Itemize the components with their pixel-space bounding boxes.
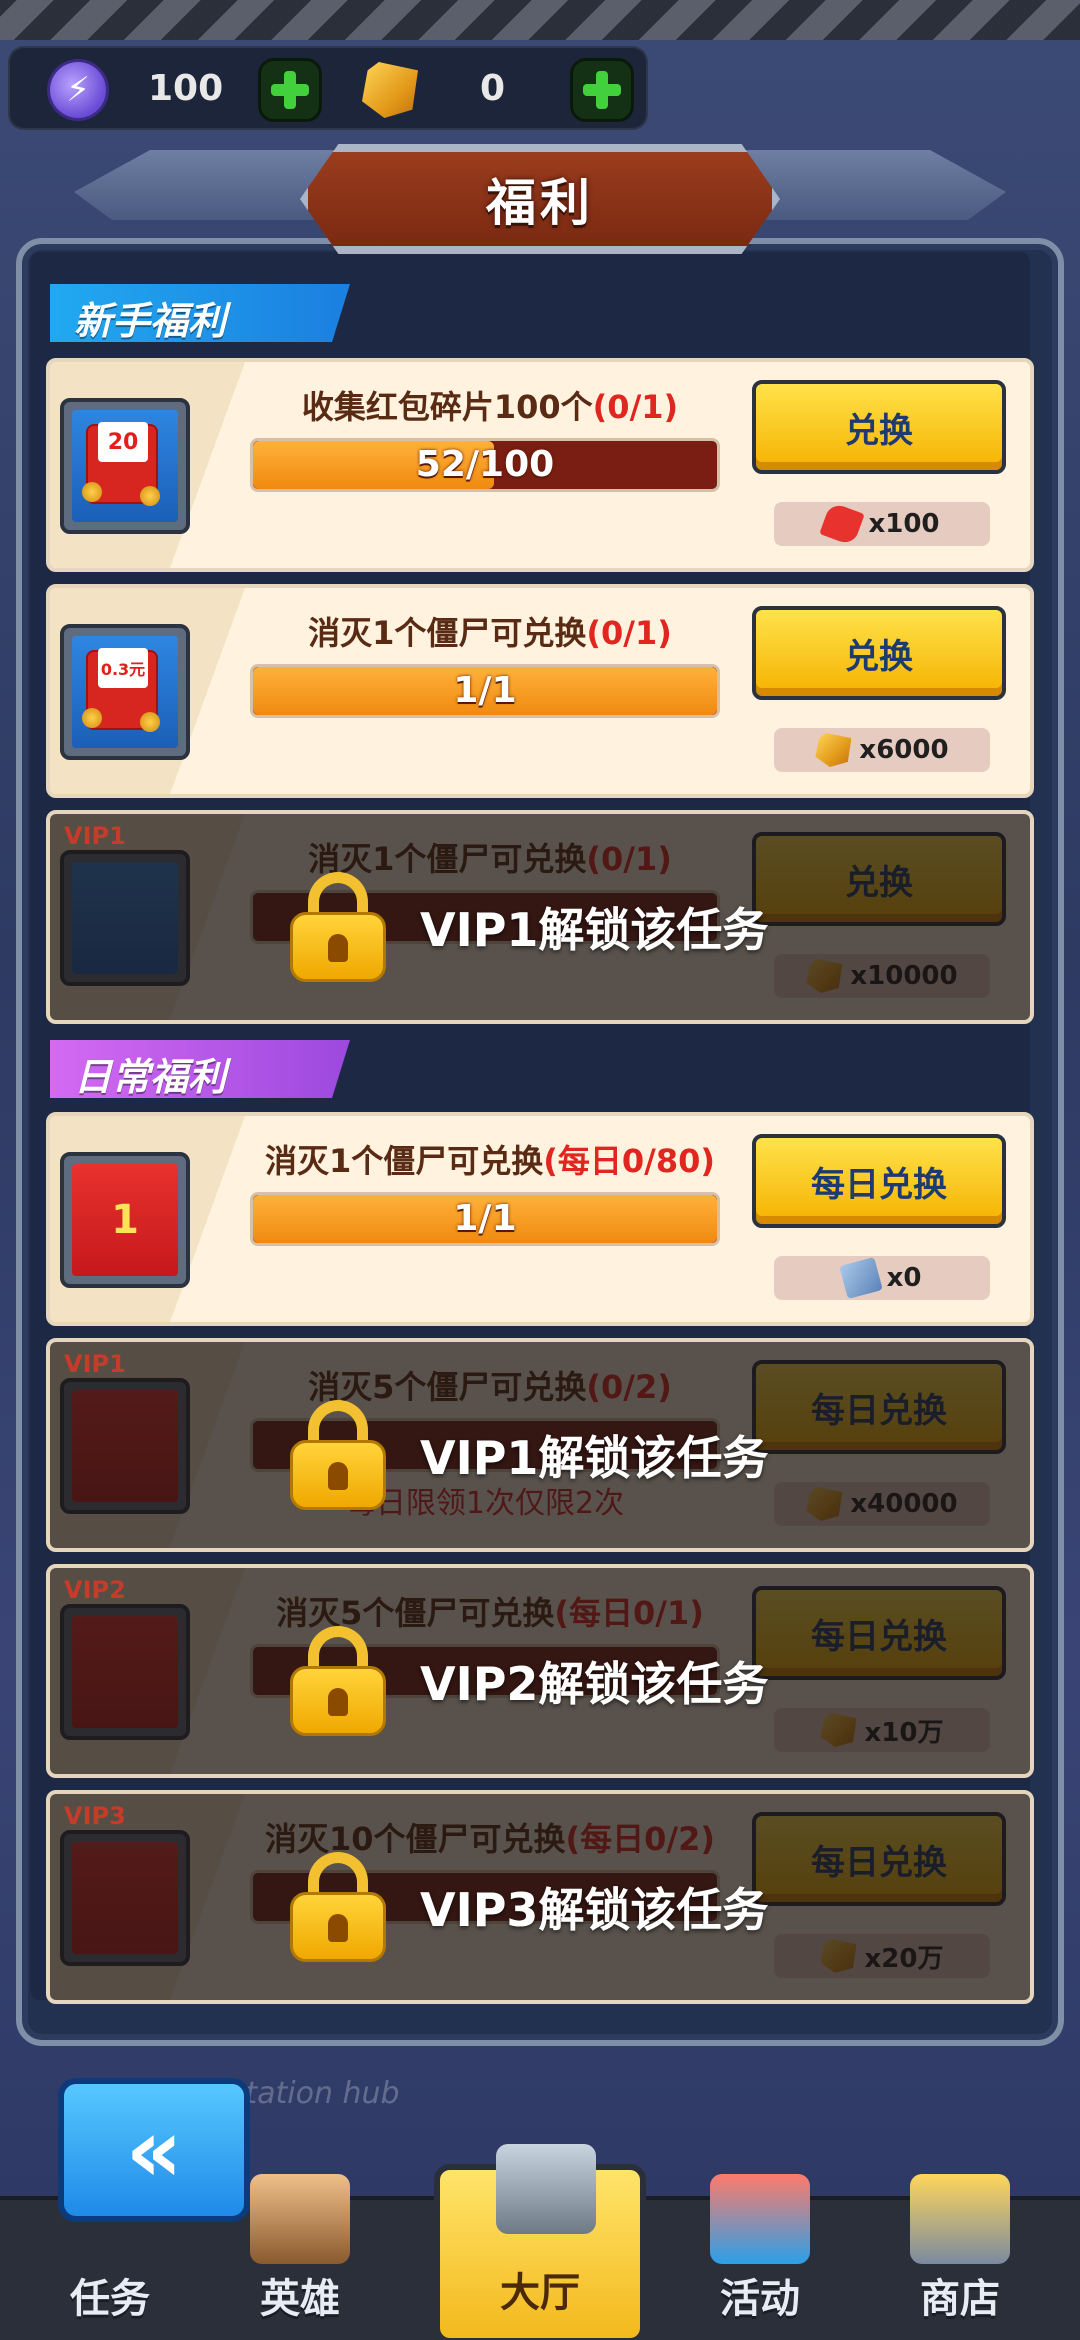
energy-icon: ⚡ <box>50 62 106 118</box>
task-thumbnail <box>60 1830 190 1966</box>
task-card: 20 收集红包碎片100个(0/1) 52/100 兑换 x100 <box>46 358 1034 572</box>
red-envelope-icon: 0.3元 <box>82 648 160 732</box>
base-building-icon <box>496 2144 596 2234</box>
nav-events[interactable]: 活动 <box>660 2174 860 2340</box>
add-energy-button[interactable] <box>258 58 322 122</box>
reward-badge: x100 <box>774 501 990 547</box>
lock-text: VIP2解锁该任务 <box>420 1657 769 1711</box>
red-envelope-thumbnail: 1 <box>60 1152 190 1288</box>
nav-shop[interactable]: 商店 <box>860 2174 1060 2340</box>
resource-bar: ⚡ 100 0 <box>8 46 648 130</box>
vip-tag: VIP1 <box>64 822 126 850</box>
task-title: 收集红包碎片100个(0/1) <box>301 388 679 426</box>
reward-badge: x6000 <box>774 728 990 772</box>
treasure-chest-icon <box>910 2174 1010 2264</box>
page-title: 福利 <box>486 174 594 232</box>
lock-icon <box>290 1400 386 1510</box>
task-thumbnail <box>60 850 190 986</box>
reward-badge: x10万 <box>774 1708 990 1752</box>
gem-icon <box>806 959 843 993</box>
reward-badge: x10000 <box>774 954 990 998</box>
red-envelope-icon: 20 <box>82 422 160 506</box>
add-gem-button[interactable] <box>570 58 634 122</box>
resource-panel: ⚡ 100 0 <box>8 46 648 130</box>
vip-tag: VIP2 <box>64 1576 126 1604</box>
daily-exchange-button: 每日兑换 <box>752 1586 1006 1680</box>
nav-lobby[interactable]: 大厅 <box>434 2144 646 2340</box>
top-hazard-stripes <box>0 0 1080 40</box>
task-progress-bar: 1/1 <box>250 1192 720 1246</box>
gem-value: 0 <box>480 68 506 109</box>
section-newbie-welfare: 新手福利 <box>50 284 350 342</box>
double-chevron-left-icon: « <box>125 2098 183 2202</box>
gem-icon <box>820 1713 857 1747</box>
lock-text: VIP3解锁该任务 <box>420 1883 769 1937</box>
reward-badge: x40000 <box>774 1482 990 1526</box>
lock-overlay: VIP1解锁该任务 <box>290 872 768 982</box>
task-thumbnail <box>60 1378 190 1514</box>
red-packet-fragment-icon <box>819 501 866 547</box>
reward-badge: x0 <box>774 1256 990 1300</box>
vip-tag: VIP3 <box>64 1802 126 1830</box>
exchange-button[interactable]: 兑换 <box>752 606 1006 700</box>
vip-tag: VIP1 <box>64 1350 126 1378</box>
lock-text: VIP1解锁该任务 <box>420 903 769 957</box>
task-card: 1 消灭1个僵尸可兑换(每日0/80) 1/1 每日兑换 x0 <box>46 1112 1034 1326</box>
title-plate: 福利 <box>300 144 780 254</box>
task-progress-bar: 1/1 <box>250 664 720 718</box>
cash-ticket-icon <box>838 1256 883 1300</box>
exchange-button[interactable]: 兑换 <box>752 380 1006 474</box>
red-envelope-thumbnail: 20 <box>60 398 190 534</box>
task-progress-bar: 52/100 <box>250 438 720 492</box>
task-title: 消灭1个僵尸可兑换(每日0/80) <box>264 1142 716 1180</box>
lock-icon <box>290 1626 386 1736</box>
lock-text: VIP1解锁该任务 <box>420 1431 769 1485</box>
red-envelope-thumbnail: 0.3元 <box>60 624 190 760</box>
task-title: 消灭1个僵尸可兑换(0/1) <box>308 614 672 652</box>
reward-badge: x20万 <box>774 1934 990 1978</box>
section-daily-welfare: 日常福利 <box>50 1040 350 1098</box>
lock-overlay: VIP2解锁该任务 <box>290 1626 768 1736</box>
exchange-button: 兑换 <box>752 832 1006 926</box>
task-card: 0.3元 消灭1个僵尸可兑换(0/1) 1/1 兑换 x6000 <box>46 584 1034 798</box>
back-button[interactable]: « <box>58 2078 250 2222</box>
lock-icon <box>290 872 386 982</box>
task-thumbnail <box>60 1604 190 1740</box>
daily-exchange-button[interactable]: 每日兑换 <box>752 1134 1006 1228</box>
energy-value: 100 <box>148 68 224 109</box>
background-sign-text: sportation hub <box>180 2076 400 2111</box>
gem-icon <box>362 62 418 118</box>
lock-icon <box>290 1852 386 1962</box>
lock-overlay: VIP3解锁该任务 <box>290 1852 768 1962</box>
daily-exchange-button: 每日兑换 <box>752 1360 1006 1454</box>
gem-icon <box>820 1939 857 1973</box>
gem-icon <box>815 733 852 767</box>
hero-portrait-icon <box>250 2174 350 2264</box>
lock-overlay: VIP1解锁该任务 <box>290 1400 768 1510</box>
daily-exchange-button: 每日兑换 <box>752 1812 1006 1906</box>
magic-hat-icon <box>710 2174 810 2264</box>
gem-icon <box>806 1487 843 1521</box>
